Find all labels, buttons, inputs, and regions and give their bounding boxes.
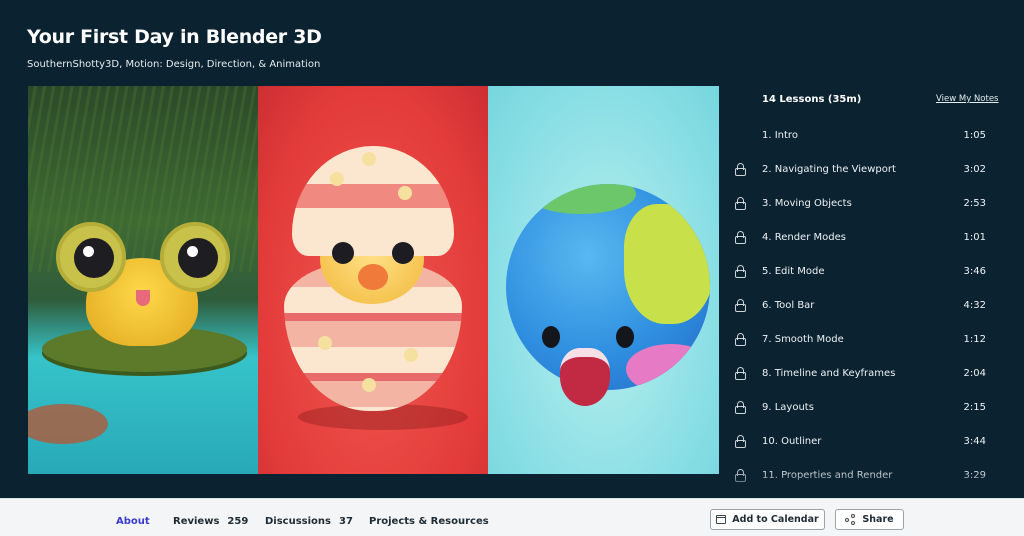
lesson-title: 9. Layouts <box>762 402 814 413</box>
lesson-item[interactable]: 8. Timeline and Keyframes 2:04 <box>726 359 1022 389</box>
lesson-duration: 3:02 <box>963 164 986 175</box>
video-thumbnail-frog <box>28 86 258 474</box>
lesson-item[interactable]: 7. Smooth Mode 1:12 <box>726 325 1022 355</box>
calendar-icon <box>716 515 727 524</box>
share-label: Share <box>862 514 894 525</box>
lesson-item[interactable]: 2. Navigating the Viewport 3:02 <box>726 155 1022 185</box>
course-subtitle: SouthernShotty3D, Motion: Design, Direct… <box>27 59 321 70</box>
lesson-duration: 3:46 <box>963 266 986 277</box>
video-thumbnail-egg <box>258 86 488 474</box>
lesson-title: 4. Render Modes <box>762 232 846 243</box>
tab-projects-resources[interactable]: Projects & Resources <box>369 516 489 527</box>
lock-icon <box>735 401 746 414</box>
course-title: Your First Day in Blender 3D <box>27 26 322 48</box>
lesson-duration: 1:12 <box>963 334 986 345</box>
view-notes-link[interactable]: View My Notes <box>936 94 999 104</box>
lesson-item[interactable]: 3. Moving Objects 2:53 <box>726 189 1022 219</box>
lesson-duration: 3:44 <box>963 436 986 447</box>
tab-label: Reviews <box>173 516 220 527</box>
lock-icon <box>735 231 746 244</box>
lesson-title: 2. Navigating the Viewport <box>762 164 896 175</box>
share-icon <box>845 514 856 525</box>
lesson-item[interactable]: 10. Outliner 3:44 <box>726 427 1022 457</box>
lock-icon <box>735 163 746 176</box>
bottom-tab-bar: About Reviews 259 Discussions 37 Projects … <box>0 498 1024 536</box>
lesson-title: 6. Tool Bar <box>762 300 815 311</box>
tab-label: Projects & Resources <box>369 516 489 527</box>
lesson-duration: 1:01 <box>963 232 986 243</box>
share-button[interactable]: Share <box>835 509 904 530</box>
lesson-item[interactable]: 6. Tool Bar 4:32 <box>726 291 1022 321</box>
lesson-item[interactable]: 5. Edit Mode 3:46 <box>726 257 1022 287</box>
course-header: Your First Day in Blender 3D <box>27 26 322 48</box>
tab-discussions[interactable]: Discussions 37 <box>265 516 353 527</box>
tab-label: About <box>116 516 150 527</box>
lesson-duration: 2:15 <box>963 402 986 413</box>
lesson-title: 10. Outliner <box>762 436 822 447</box>
lessons-heading: 14 Lessons (35m) <box>762 94 862 105</box>
add-to-calendar-button[interactable]: Add to Calendar <box>710 509 825 530</box>
lesson-title: 8. Timeline and Keyframes <box>762 368 896 379</box>
add-to-calendar-label: Add to Calendar <box>732 514 819 525</box>
lesson-title: 7. Smooth Mode <box>762 334 844 345</box>
tab-count: 259 <box>227 516 249 527</box>
lesson-title: 1. Intro <box>762 130 798 141</box>
lesson-duration: 2:04 <box>963 368 986 379</box>
video-player[interactable] <box>28 86 719 474</box>
tab-count: 37 <box>339 516 353 527</box>
lesson-item[interactable]: 9. Layouts 2:15 <box>726 393 1022 423</box>
tab-about[interactable]: About <box>116 516 150 527</box>
lesson-item[interactable]: 1. Intro 1:05 <box>726 121 1022 151</box>
tab-label: Discussions <box>265 516 332 527</box>
lock-icon <box>735 333 746 346</box>
lesson-item[interactable]: 4. Render Modes 1:01 <box>726 223 1022 253</box>
video-thumbnail-earth <box>488 86 719 474</box>
lock-icon <box>735 435 746 448</box>
tab-reviews[interactable]: Reviews 259 <box>173 516 248 527</box>
lock-icon <box>735 197 746 210</box>
lesson-title: 5. Edit Mode <box>762 266 825 277</box>
lesson-duration: 1:05 <box>963 130 986 141</box>
lesson-title: 3. Moving Objects <box>762 198 852 209</box>
lesson-duration: 4:32 <box>963 300 986 311</box>
lessons-panel: 14 Lessons (35m) View My Notes 1. Intro 1… <box>726 86 1024 496</box>
lock-icon <box>735 265 746 278</box>
lesson-duration: 2:53 <box>963 198 986 209</box>
lock-icon <box>735 367 746 380</box>
lock-icon <box>735 299 746 312</box>
